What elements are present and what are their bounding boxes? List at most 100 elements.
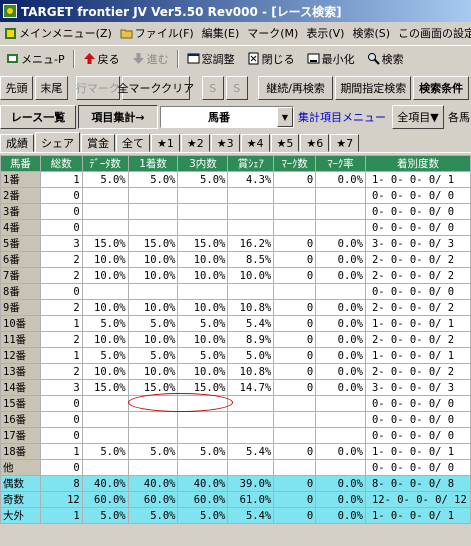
- table-cell: 10.0%: [227, 267, 275, 284]
- menu-main[interactable]: メインメニュー(Z): [0, 23, 116, 43]
- tab-star-5[interactable]: ★5: [270, 134, 300, 152]
- column-header[interactable]: 3内数: [177, 155, 229, 172]
- table-cell: 10.0%: [177, 363, 229, 380]
- table-row[interactable]: 偶数 8 40.0% 40.0% 40.0% 39.0% 0 0.0% 8- 0- 0- 0/ …: [0, 475, 471, 492]
- race-list-button[interactable]: レース一覧: [0, 105, 76, 129]
- tab-star-4[interactable]: ★4: [240, 134, 270, 152]
- window-adjust-button[interactable]: 窓調整: [181, 48, 241, 70]
- table-cell: 15.0%: [81, 379, 129, 396]
- table-cell: 5.4%: [227, 507, 275, 524]
- each-horse-label[interactable]: 各馬: [446, 109, 470, 125]
- table-row[interactable]: 12番 1 5.0% 5.0% 5.0% 5.0% 0 0.0% 1- 0- 0- 0/ 1: [0, 347, 471, 364]
- table-cell: [315, 283, 366, 300]
- column-header[interactable]: 馬番: [0, 155, 41, 172]
- table-cell: 2- 0- 0- 0/ 2: [364, 299, 471, 316]
- last-button[interactable]: 末尾: [34, 76, 68, 100]
- aggregate-button[interactable]: 項目集計→: [78, 105, 158, 129]
- table-row[interactable]: 9番 2 10.0% 10.0% 10.0% 10.8% 0 0.0% 2- 0- 0- 0/ …: [0, 299, 471, 316]
- table-cell: 5.0%: [127, 171, 179, 188]
- table-cell: 0: [273, 315, 317, 332]
- table-row[interactable]: 大外 1 5.0% 5.0% 5.0% 5.4% 0 0.0% 1- 0- 0- 0/ 1: [0, 507, 471, 524]
- table-row[interactable]: 18番 1 5.0% 5.0% 5.0% 5.4% 0 0.0% 1- 0- 0- 0/ 1: [0, 443, 471, 460]
- row-label: 17番: [0, 427, 41, 444]
- forward-button[interactable]: 進む: [126, 48, 175, 70]
- tab-star-3[interactable]: ★3: [210, 134, 240, 152]
- row-mark-button[interactable]: 行マーク: [75, 76, 120, 100]
- table-row[interactable]: 4番 0 0- 0- 0- 0/ 0: [0, 219, 471, 236]
- column-header[interactable]: 総数: [39, 155, 83, 172]
- table-row[interactable]: 7番 2 10.0% 10.0% 10.0% 10.0% 0 0.0% 2- 0- 0- 0/ …: [0, 267, 471, 284]
- tab-share[interactable]: シェア: [35, 132, 80, 152]
- table-cell: 15.0%: [127, 379, 179, 396]
- table-row[interactable]: 他 0 0- 0- 0- 0/ 0: [0, 459, 471, 476]
- menu-view[interactable]: 表示(V): [302, 23, 348, 43]
- menu-mark[interactable]: マーク(M): [243, 23, 302, 43]
- tab-star-6[interactable]: ★6: [300, 134, 330, 152]
- clear-all-marks-button[interactable]: 全マーククリア: [118, 76, 194, 100]
- table-row[interactable]: 5番 3 15.0% 15.0% 15.0% 16.2% 0 0.0% 3- 0- 0- 0/ …: [0, 235, 471, 252]
- table-row[interactable]: 14番 3 15.0% 15.0% 15.0% 14.7% 0 0.0% 3- 0- 0- 0/…: [0, 379, 471, 396]
- table-cell: [227, 283, 275, 300]
- table-cell: 0.0%: [315, 507, 366, 524]
- table-row[interactable]: 3番 0 0- 0- 0- 0/ 0: [0, 203, 471, 220]
- continue-search-button[interactable]: 継続/再検索: [257, 76, 334, 100]
- table-cell: 5.0%: [81, 171, 129, 188]
- column-header[interactable]: ﾏｰｸ数: [273, 155, 317, 172]
- back-button[interactable]: 戻る: [77, 48, 126, 70]
- close-button[interactable]: 閉じる: [241, 48, 301, 70]
- menu-p-button[interactable]: メニュ-P: [0, 48, 71, 70]
- table-cell: 10.0%: [81, 299, 129, 316]
- s2-button[interactable]: S: [225, 76, 248, 100]
- first-button[interactable]: 先頭: [0, 76, 33, 100]
- tab-star-2[interactable]: ★2: [180, 134, 210, 152]
- table-cell: 5.4%: [227, 443, 275, 460]
- table-row[interactable]: 8番 0 0- 0- 0- 0/ 0: [0, 283, 471, 300]
- menu-screen-settings[interactable]: この画面の設定(O): [394, 23, 471, 43]
- table-row[interactable]: 1番 1 5.0% 5.0% 5.0% 4.3% 0 0.0% 1- 0- 0- 0/ 1: [0, 171, 471, 188]
- minimize-button[interactable]: 最小化: [301, 48, 361, 70]
- table-cell: [273, 411, 317, 428]
- aggregate-menu-link[interactable]: 集計項目メニュー: [294, 109, 390, 125]
- table-row[interactable]: 16番 0 0- 0- 0- 0/ 0: [0, 411, 471, 428]
- table-cell: 0.0%: [315, 315, 366, 332]
- table-cell: 5.0%: [177, 171, 229, 188]
- table-row[interactable]: 15番 0 0- 0- 0- 0/ 0: [0, 395, 471, 412]
- menu-search[interactable]: 検索(S): [348, 23, 394, 43]
- search-conditions-button[interactable]: 検索条件: [413, 76, 469, 100]
- tab-star-1[interactable]: ★1: [151, 134, 180, 152]
- table-cell: 10.0%: [81, 267, 129, 284]
- table-cell: 8: [39, 475, 83, 492]
- aggregate-field-select[interactable]: 馬番 ▼: [160, 106, 294, 128]
- table-cell: 0.0%: [315, 299, 366, 316]
- table-cell: [273, 203, 317, 220]
- toolbar-separator: [176, 49, 179, 68]
- tab-results[interactable]: 成績: [0, 134, 34, 152]
- all-items-button[interactable]: 全項目▼: [392, 105, 444, 129]
- s1-button[interactable]: S: [201, 76, 224, 100]
- menu-edit[interactable]: 編集(E): [198, 23, 244, 43]
- column-header[interactable]: ﾏｰｸ率: [315, 155, 366, 172]
- table-cell: 0: [273, 363, 317, 380]
- menu-file[interactable]: ファイル(F): [116, 23, 198, 43]
- tab-star-7[interactable]: ★7: [330, 134, 360, 152]
- column-header[interactable]: ﾃﾞｰﾀ数: [81, 155, 129, 172]
- table-cell: [315, 395, 366, 412]
- table-row[interactable]: 10番 1 5.0% 5.0% 5.0% 5.4% 0 0.0% 1- 0- 0- 0/ 1: [0, 315, 471, 332]
- table-cell: 5.0%: [81, 507, 129, 524]
- table-row[interactable]: 6番 2 10.0% 10.0% 10.0% 8.5% 0 0.0% 2- 0- 0- 0/ 2: [0, 251, 471, 268]
- period-search-button[interactable]: 期間指定検索: [335, 76, 412, 100]
- column-header[interactable]: 1着数: [127, 155, 179, 172]
- table-row[interactable]: 奇数 12 60.0% 60.0% 60.0% 61.0% 0 0.0% 12- 0- 0- 0…: [0, 491, 471, 508]
- chevron-down-icon[interactable]: ▼: [277, 107, 293, 127]
- table-row[interactable]: 2番 0 0- 0- 0- 0/ 0: [0, 187, 471, 204]
- column-header[interactable]: 着別度数: [364, 155, 471, 172]
- tab-all[interactable]: 全て: [116, 134, 150, 152]
- table-row[interactable]: 13番 2 10.0% 10.0% 10.0% 10.8% 0 0.0% 2- 0- 0- 0/…: [0, 363, 471, 380]
- tab-prize[interactable]: 賞金: [81, 134, 115, 152]
- table-row[interactable]: 17番 0 0- 0- 0- 0/ 0: [0, 427, 471, 444]
- table-cell: 0- 0- 0- 0/ 0: [364, 427, 471, 444]
- table-row[interactable]: 11番 2 10.0% 10.0% 10.0% 8.9% 0 0.0% 2- 0- 0- 0/ …: [0, 331, 471, 348]
- search-button[interactable]: 検索: [361, 48, 410, 70]
- table-cell: 0.0%: [315, 251, 366, 268]
- column-header[interactable]: 賞ｼｪｱ: [227, 155, 275, 172]
